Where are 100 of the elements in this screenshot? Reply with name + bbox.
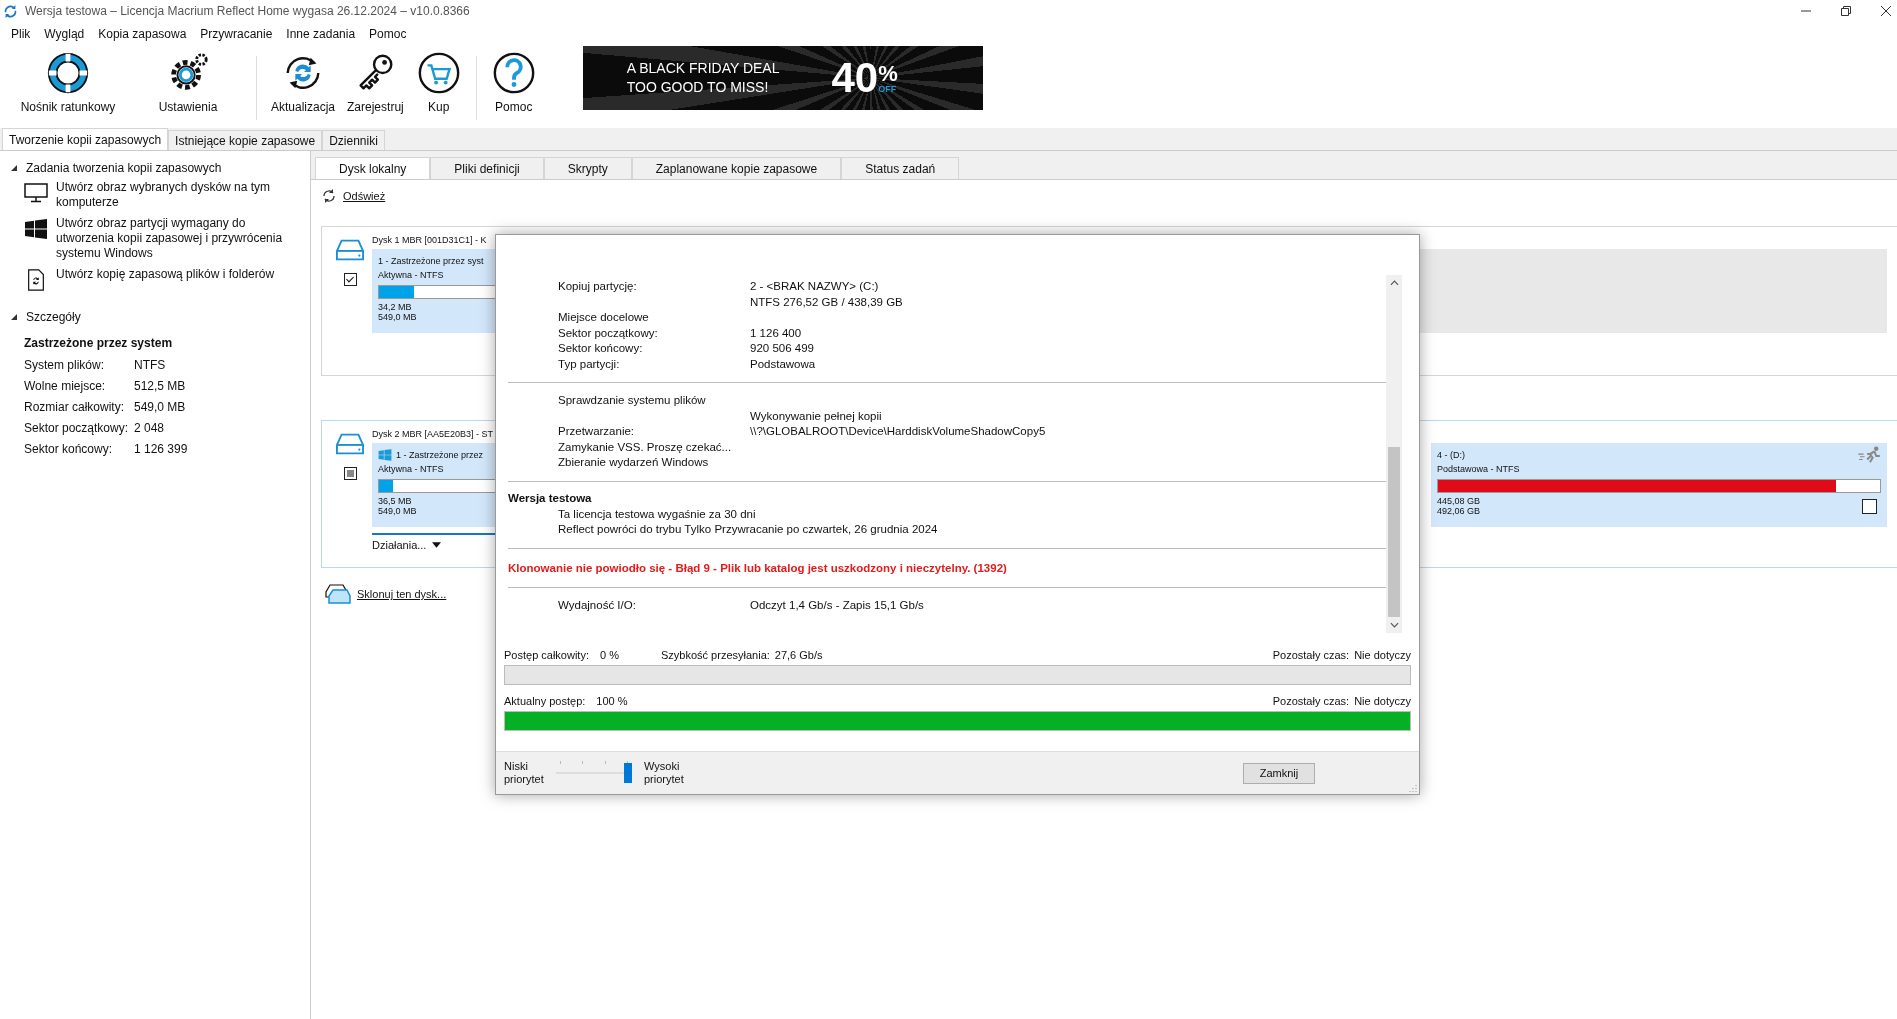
tab[interactable]: Istniejące kopie zapasowe [168,130,323,150]
lifebuoy-icon [45,50,91,96]
clone-link[interactable]: Sklonuj ten dysk... [357,588,447,600]
toolbar-button[interactable]: Pomoc [484,46,543,118]
task-link[interactable]: Utwórz obraz wybranych dysków na tym komputerze [56,180,306,210]
toolbar-button[interactable]: Nośnik ratunkowy [8,46,128,118]
detail-value: 512,5 MB [134,378,186,393]
remaining-label: Pozostały czas: [1272,695,1350,707]
scroll-up-icon[interactable] [1389,280,1399,286]
toolbar-button[interactable]: Kup [409,46,468,118]
partition-name: 4 - (D:) [1437,449,1465,460]
menu-item[interactable]: Kopia zapasowa [91,27,194,41]
menu-item[interactable]: Wygląd [37,27,92,41]
caret-icon [432,542,442,548]
log-value: Odczyt 1,4 Gb/s - Zapis 15,1 Gb/s [750,597,924,613]
expanded-triangle-icon[interactable] [10,164,18,172]
detail-label: System plików: [24,357,106,372]
tab[interactable]: Dysk lokalny [315,157,431,179]
total-size: 549,0 MB [378,312,417,322]
used-size: 36,5 MB [378,496,413,506]
toolbar-button[interactable]: Ustawienia [128,46,248,118]
log-label: Zamykanie VSS. Proszę czekać... [558,440,732,453]
log-label: Sektor początkowy: [558,326,658,339]
log-value: 920 506 499 [750,341,814,356]
partition-type: Podstawowa - NTFS [1437,464,1521,474]
log-value: NTFS 276,52 GB / 438,39 GB [750,294,903,310]
error-message: Klonowanie nie powiodło się - Błąd 9 - Plik lub katalog jest uszkodzony i nieczytelny. (1392) [508,560,1008,576]
menu-item[interactable]: Pomoc [362,27,414,41]
disk-label: Dysk 1 MBR [001D31C1] - K [372,235,487,247]
log-value: Wykonywanie pełnej kopii [750,408,882,424]
section-title: Zadania tworzenia kopii zapasowych [26,161,222,175]
tab[interactable]: Zaplanowane kopie zapasowe [631,157,842,179]
section-heading: Wersja testowa [508,491,593,504]
window-title: Wersja testowa – Licencja Macrium Reflect Home wygasa 26.12.2024 – v10.0.8366 [25,4,470,18]
remaining-value: Nie dotyczy [1354,695,1411,707]
checkbox[interactable] [343,273,357,286]
section-title: Szczegóły [26,310,81,324]
drives-icon [325,584,351,604]
disk-label: Dysk 2 MBR [AA5E20B3] - ST [372,429,494,441]
refresh-icon[interactable] [321,188,337,204]
hard-drive-icon [336,433,364,455]
partition-name: 1 - Zastrzeżone przez syst [378,255,484,266]
tab[interactable]: Dzienniki [322,130,385,150]
toolbar-button[interactable]: Zarejestruj [341,46,410,118]
discount-number: 40 [831,54,879,102]
speed-label: Szybkość przesyłania: [661,649,770,661]
menu-item[interactable]: Plik [4,27,38,41]
task-link[interactable]: Utwórz kopię zapasową plików i folderów [56,267,306,282]
progress-label: Postęp całkowity: [504,649,589,661]
close-icon[interactable] [1881,6,1891,16]
priority-slider[interactable] [556,761,632,785]
monitor-icon [24,182,48,204]
details-heading: Zastrzeżone przez system [23,335,174,352]
resize-grip-icon[interactable] [1409,784,1417,792]
log-value: 2 - <BRAK NAZWY> (C:) [750,279,880,294]
menu-item[interactable]: Inne zadania [279,27,363,41]
scroll-down-icon[interactable] [1389,622,1399,628]
windows-logo-icon [24,218,48,240]
percent-sign: % [878,62,898,85]
detail-label: Sektor końcowy: [24,441,114,456]
log-value: \\?\GLOBALROOT\Device\HarddiskVolumeShadowCopy5 [750,424,1046,439]
detail-value: 2 048 [134,420,165,435]
banner-headline: TOO GOOD TO MISS! [626,78,770,97]
hard-drive-icon [336,239,364,261]
partition-tile[interactable]: 4 - (D:) Podstawowa - NTFS 445,08 GB 492,06 GB [1431,443,1887,527]
checkbox[interactable] [1862,498,1877,514]
tab[interactable]: Tworzenie kopii zapasowych [2,128,169,150]
partition-type: Aktywna - NTFS [378,464,445,474]
log-label: Przetwarzanie: [558,425,635,437]
used-size: 445,08 GB [1437,496,1481,506]
menu-item[interactable]: Przywracanie [193,27,280,41]
log-value: 1 126 400 [750,325,802,341]
speed-value: 27,6 Gb/s [774,649,823,661]
task-link[interactable]: Utwórz obraz partycji wymagany do utworzenia kopii zapasowej i przywrócenia systemu Windows [56,216,306,261]
refresh-link[interactable]: Odśwież [343,190,386,202]
detail-value: 1 126 399 [134,441,188,456]
tab[interactable]: Pliki definicji [430,157,544,179]
partition-name: 1 - Zastrzeżone przez [396,449,484,460]
restore-icon[interactable] [1841,6,1851,16]
actions-dropdown[interactable]: Działania... [372,535,442,555]
scrollbar[interactable] [1386,275,1402,633]
detail-value: NTFS [134,357,166,372]
toolbar-button[interactable]: Aktualizacja [265,46,342,118]
tab[interactable]: Status zadań [841,157,960,179]
log-label: Kopiuj partycję: [558,280,637,292]
detail-label: Sektor początkowy: [24,420,130,435]
partition-type: Aktywna - NTFS [378,270,445,280]
off-label: OFF [878,84,898,94]
tab[interactable]: Skrypty [543,157,632,179]
progress-value: 0 % [600,649,620,661]
log-value: Podstawowa [750,356,816,372]
close-button[interactable]: Zamknij [1243,762,1315,784]
app-icon [4,4,17,18]
remaining-label: Pozostały czas: [1272,649,1350,661]
log-label: Typ partycji: [558,357,620,370]
progress-value: 100 % [596,695,629,707]
log-label: Zbieranie wydarzeń Windows [558,456,709,468]
detail-value: 549,0 MB [134,399,186,414]
expanded-triangle-icon[interactable] [10,313,18,321]
detail-label: Wolne miejsce: [24,378,107,393]
